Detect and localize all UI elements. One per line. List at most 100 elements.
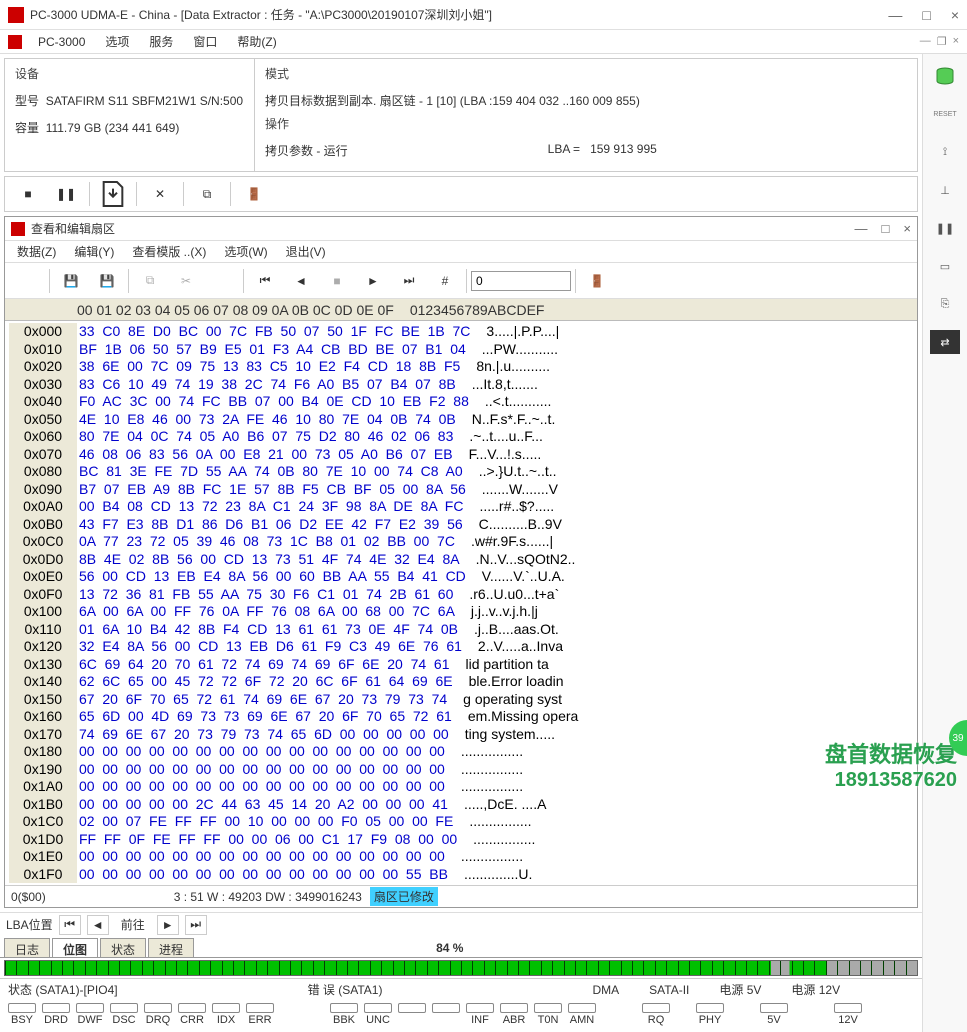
app-logo-icon bbox=[8, 7, 24, 23]
hex-save-button[interactable]: 💾 bbox=[90, 266, 124, 296]
lba-first-button[interactable]: ⏮ bbox=[59, 915, 81, 935]
hex-blank2-button[interactable] bbox=[205, 266, 239, 296]
hex-open-button[interactable]: 💾 bbox=[54, 266, 88, 296]
tools-button[interactable]: ✕ bbox=[143, 179, 177, 209]
hex-prev-button[interactable]: ◄ bbox=[284, 266, 318, 296]
export-button[interactable] bbox=[96, 179, 130, 209]
hex-row[interactable]: 0x02038 6E 00 7C 09 75 13 83 C5 10 E2 F4… bbox=[9, 358, 917, 376]
pause-button[interactable]: ❚❚ bbox=[49, 179, 83, 209]
hex-menu-template[interactable]: 查看模版 ..(X) bbox=[124, 241, 214, 262]
hex-row[interactable]: 0x03083 C6 10 49 74 19 38 2C 74 F6 A0 B5… bbox=[9, 376, 917, 394]
hex-cut-button[interactable]: ✂ bbox=[169, 266, 203, 296]
tab-status[interactable]: 状态 bbox=[100, 938, 146, 957]
hex-row[interactable]: 0x0F013 72 36 81 FB 55 AA 75 30 F6 C1 01… bbox=[9, 586, 917, 604]
hex-row[interactable]: 0x080BC 81 3E FE 7D 55 AA 74 0B 80 7E 10… bbox=[9, 463, 917, 481]
hex-header: 00 01 02 03 04 05 06 07 08 09 0A 0B 0C 0… bbox=[5, 299, 917, 321]
hex-last-button[interactable]: ⏭ bbox=[392, 266, 426, 296]
hex-row[interactable]: 0x0A000 B4 08 CD 13 72 23 8A C1 24 3F 98… bbox=[9, 498, 917, 516]
flag-ERR: ERR bbox=[246, 1003, 274, 1026]
menu-window[interactable]: 窗口 bbox=[185, 31, 225, 52]
hex-row[interactable]: 0x17074 69 6E 67 20 73 79 73 74 65 6D 00… bbox=[9, 726, 917, 744]
tab-bitmap[interactable]: 位图 bbox=[52, 938, 98, 957]
clamp-icon[interactable]: ⊥ bbox=[931, 178, 959, 202]
close-button[interactable]: × bbox=[951, 7, 959, 23]
disk-icon[interactable] bbox=[931, 64, 959, 88]
hex-row[interactable]: 0x1006A 00 6A 00 FF 76 0A FF 76 08 6A 00… bbox=[9, 603, 917, 621]
hex-row[interactable]: 0x14062 6C 65 00 45 72 72 6F 72 20 6C 6F… bbox=[9, 673, 917, 691]
hex-body[interactable]: 0x00033 C0 8E D0 BC 00 7C FB 50 07 50 1F… bbox=[5, 321, 917, 885]
hex-row[interactable]: 0x1F000 00 00 00 00 00 00 00 00 00 00 00… bbox=[9, 866, 917, 884]
hex-row[interactable]: 0x0504E 10 E8 46 00 73 2A FE 46 10 80 7E… bbox=[9, 411, 917, 429]
lba-last-button[interactable]: ⏭ bbox=[185, 915, 207, 935]
reset-icon[interactable]: RESET bbox=[931, 102, 959, 126]
hex-row[interactable]: 0x11001 6A 10 B4 42 8B F4 CD 13 61 61 73… bbox=[9, 621, 917, 639]
progress-bar[interactable] bbox=[4, 960, 918, 976]
hex-blank1-button[interactable] bbox=[11, 266, 45, 296]
minimize-button[interactable]: — bbox=[888, 7, 902, 23]
hex-menu-options[interactable]: 选项(W) bbox=[216, 241, 275, 262]
hex-first-button[interactable]: ⏮ bbox=[248, 266, 282, 296]
hex-row[interactable]: 0x15067 20 6F 70 65 72 61 74 69 6E 67 20… bbox=[9, 691, 917, 709]
hex-stop2-button[interactable]: ■ bbox=[320, 266, 354, 296]
hex-minimize-button[interactable]: — bbox=[855, 221, 868, 236]
hex-row[interactable]: 0x0D08B 4E 02 8B 56 00 CD 13 73 51 4F 74… bbox=[9, 551, 917, 569]
hex-row[interactable]: 0x12032 E4 8A 56 00 CD 13 EB D6 61 F9 C3… bbox=[9, 638, 917, 656]
lba-prev-button[interactable]: ◄ bbox=[87, 915, 109, 935]
pause-icon[interactable]: ❚❚ bbox=[931, 216, 959, 240]
hex-row[interactable]: 0x0E056 00 CD 13 EB E4 8A 56 00 60 BB AA… bbox=[9, 568, 917, 586]
hex-editor-panel: 查看和编辑扇区 — □ × 数据(Z) 编辑(Y) 查看模版 ..(X) 选项(… bbox=[4, 216, 918, 908]
copy-button[interactable]: ⧉ bbox=[190, 179, 224, 209]
hex-row[interactable]: 0x090B7 07 EB A9 8B FC 1E 57 8B F5 CB BF… bbox=[9, 481, 917, 499]
hex-close-button[interactable]: × bbox=[903, 221, 911, 236]
menu-services[interactable]: 服务 bbox=[141, 31, 181, 52]
mdi-minimize-button[interactable]: — bbox=[920, 35, 931, 48]
settings-icon[interactable]: ⇄ bbox=[930, 330, 960, 354]
hex-row[interactable]: 0x00033 C0 8E D0 BC 00 7C FB 50 07 50 1F… bbox=[9, 323, 917, 341]
lba-label: LBA = bbox=[548, 142, 580, 156]
hex-row[interactable]: 0x1C002 00 07 FE FF FF 00 10 00 00 00 F0… bbox=[9, 813, 917, 831]
hex-menu-data[interactable]: 数据(Z) bbox=[9, 241, 64, 262]
ruler-icon[interactable]: ⟟ bbox=[931, 140, 959, 164]
hex-row[interactable]: 0x0C00A 77 23 72 05 39 46 08 73 1C B8 01… bbox=[9, 533, 917, 551]
hex-row[interactable]: 0x1E000 00 00 00 00 00 00 00 00 00 00 00… bbox=[9, 848, 917, 866]
status-bar: 状态 (SATA1)-[PIO4] 错 误 (SATA1) DMA SATA-I… bbox=[0, 978, 922, 1000]
hex-next-button[interactable]: ► bbox=[356, 266, 390, 296]
hex-row[interactable]: 0x010BF 1B 06 50 57 B9 E5 01 F3 A4 CB BD… bbox=[9, 341, 917, 359]
hex-row[interactable]: 0x1A000 00 00 00 00 00 00 00 00 00 00 00… bbox=[9, 778, 917, 796]
hex-row[interactable]: 0x1D0FF FF 0F FE FF FF 00 00 06 00 C1 17… bbox=[9, 831, 917, 849]
hex-row[interactable]: 0x19000 00 00 00 00 00 00 00 00 00 00 00… bbox=[9, 761, 917, 779]
hex-row[interactable]: 0x18000 00 00 00 00 00 00 00 00 00 00 00… bbox=[9, 743, 917, 761]
exit-button[interactable]: 🚪 bbox=[237, 179, 271, 209]
hex-row[interactable]: 0x1B000 00 00 00 00 2C 44 63 45 14 20 A2… bbox=[9, 796, 917, 814]
lba-goto-label: 前往 bbox=[115, 916, 151, 933]
menu-help[interactable]: 帮助(Z) bbox=[229, 31, 284, 52]
menu-options[interactable]: 选项 bbox=[97, 31, 137, 52]
flag-BSY: BSY bbox=[8, 1003, 36, 1026]
hex-row[interactable]: 0x16065 6D 00 4D 69 73 73 69 6E 67 20 6F… bbox=[9, 708, 917, 726]
mdi-close-button[interactable]: × bbox=[953, 35, 959, 48]
hex-grid-button[interactable]: # bbox=[428, 266, 462, 296]
hex-offset-input[interactable] bbox=[471, 271, 571, 291]
hex-row[interactable]: 0x06080 7E 04 0C 74 05 A0 B6 07 75 D2 80… bbox=[9, 428, 917, 446]
mdi-restore-button[interactable]: ❐ bbox=[937, 35, 947, 48]
tab-process[interactable]: 进程 bbox=[148, 938, 194, 957]
hex-menu-exit[interactable]: 退出(V) bbox=[278, 241, 334, 262]
chip-icon[interactable]: ▭ bbox=[931, 254, 959, 278]
hex-menu-edit[interactable]: 编辑(Y) bbox=[66, 241, 122, 262]
tab-log[interactable]: 日志 bbox=[4, 938, 50, 957]
hex-row[interactable]: 0x040F0 AC 3C 00 74 FC BB 07 00 B4 0E CD… bbox=[9, 393, 917, 411]
status-5v: 电源 5V bbox=[719, 981, 761, 998]
hex-copy-button[interactable]: ⧉ bbox=[133, 266, 167, 296]
hex-row[interactable]: 0x07046 08 06 83 56 0A 00 E8 21 00 73 05… bbox=[9, 446, 917, 464]
hex-row[interactable]: 0x1306C 69 64 20 70 61 72 74 69 74 69 6F… bbox=[9, 656, 917, 674]
right-sidebar: RESET ⟟ ⊥ ❚❚ ▭ ⎘ ⇄ bbox=[922, 54, 967, 1032]
connector-icon[interactable]: ⎘ bbox=[931, 292, 959, 316]
flag-5V: 5V bbox=[760, 1003, 788, 1026]
maximize-button[interactable]: □ bbox=[922, 7, 930, 23]
hex-row[interactable]: 0x0B043 F7 E3 8B D1 86 D6 B1 06 D2 EE 42… bbox=[9, 516, 917, 534]
stop-button[interactable]: ■ bbox=[11, 179, 45, 209]
menu-pc3000[interactable]: PC-3000 bbox=[30, 33, 93, 51]
lba-next-button[interactable]: ► bbox=[157, 915, 179, 935]
hex-maximize-button[interactable]: □ bbox=[882, 221, 890, 236]
hex-exit-button[interactable]: 🚪 bbox=[580, 266, 614, 296]
